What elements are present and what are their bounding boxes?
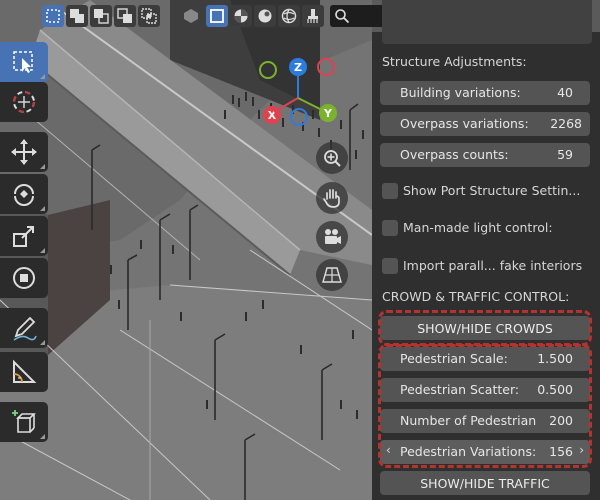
select-box-icon [13, 51, 33, 73]
select-subtract-icon [94, 9, 109, 24]
man-made-light-checkbox[interactable] [382, 220, 398, 236]
overpass-counts-value: 59 [557, 147, 573, 162]
overpass-counts-field[interactable]: Overpass counts: 59 [380, 143, 590, 167]
brush-icon [307, 9, 318, 23]
zoom-button[interactable] [316, 142, 348, 174]
overpass-counts-label: Overpass counts: [400, 147, 509, 162]
man-made-light-label: Man-made light control: [403, 220, 553, 235]
show-port-structure-checkbox[interactable] [382, 183, 398, 199]
lookdev-shading-button[interactable] [254, 5, 276, 27]
rotate-icon [14, 184, 34, 206]
measure-icon [13, 359, 37, 383]
search-icon [335, 9, 350, 24]
solid-shading-icon [210, 9, 224, 23]
tool-add-cube[interactable] [0, 402, 48, 442]
tool-annotate[interactable] [0, 308, 48, 348]
lookdev-shading-icon [258, 9, 272, 23]
show-hide-traffic-button[interactable]: SHOW/HIDE TRAFFIC [380, 471, 590, 495]
shading-mode-icon [184, 9, 198, 23]
tool-select-box[interactable] [0, 42, 48, 82]
camera-view-button[interactable] [316, 221, 348, 253]
select-mode-subtract-button[interactable] [90, 5, 112, 27]
transform-icon [13, 267, 35, 289]
select-invert-icon [117, 8, 132, 23]
rendered-shading-icon [281, 8, 297, 24]
tool-options-corner [40, 248, 45, 253]
tool-options-corner [40, 164, 45, 169]
pedestrian-scale-label: Pedestrian Scale: [400, 351, 508, 366]
building-variations-value: 40 [557, 85, 573, 100]
tool-options-corner [40, 340, 45, 345]
tool-scale[interactable] [0, 216, 48, 256]
import-fake-interiors-checkbox[interactable] [382, 258, 398, 274]
tool-options-corner [40, 74, 45, 79]
pedestrian-scale-field[interactable]: Pedestrian Scale: 1.500 [380, 347, 590, 371]
perspective-toggle-button[interactable] [316, 259, 348, 291]
gizmo-axis-lines [273, 76, 323, 113]
tool-cursor[interactable] [0, 82, 48, 122]
wireframe-toggle-button[interactable] [180, 5, 202, 27]
shading-popover-button[interactable] [302, 5, 324, 27]
pedestrian-scale-value: 1.500 [537, 351, 573, 366]
add-cube-icon [12, 410, 36, 433]
show-hide-crowds-button[interactable]: SHOW/HIDE CROWDS [380, 316, 590, 340]
tool-move[interactable] [0, 132, 48, 172]
tool-options-corner [40, 206, 45, 211]
scale-icon [13, 226, 34, 247]
number-pedestrian-label: Number of Pedestrian [400, 413, 537, 428]
tool-rotate[interactable] [0, 174, 48, 214]
camera-icon [325, 229, 341, 244]
panel-top-field[interactable] [382, 0, 592, 44]
import-fake-interiors-label: Import parall... fake interiors [403, 258, 583, 273]
select-extend-icon [70, 9, 84, 23]
show-port-structure-label: Show Port Structure Settin... [403, 183, 581, 198]
rendered-shading-button[interactable] [278, 5, 300, 27]
pedestrian-variations-field[interactable]: ‹ Pedestrian Variations: 156 › [380, 440, 590, 464]
select-mode-intersect-button[interactable] [138, 5, 160, 27]
tool-measure[interactable] [0, 352, 48, 392]
select-box-new-icon [46, 9, 60, 23]
select-mode-invert-button[interactable] [114, 5, 136, 27]
select-mode-extend-button[interactable] [66, 5, 88, 27]
overpass-variations-value: 2268 [550, 116, 582, 131]
increment-arrow[interactable]: › [579, 443, 584, 457]
material-shading-icon [234, 9, 248, 23]
overpass-variations-label: Overpass variations: [400, 116, 529, 131]
tool-options-corner [40, 434, 45, 439]
overpass-variations-field[interactable]: Overpass variations: 2268 [380, 112, 590, 136]
pedestrian-scatter-value: 0.500 [537, 382, 573, 397]
number-pedestrian-value: 200 [549, 413, 573, 428]
building-variations-label: Building variations: [400, 85, 521, 100]
building-variations-field[interactable]: Building variations: 40 [380, 81, 590, 105]
select-mode-new-button[interactable] [42, 5, 64, 27]
hand-icon [323, 189, 340, 208]
pedestrian-variations-value: 156 [549, 444, 573, 459]
pedestrian-variations-label: Pedestrian Variations: [400, 444, 537, 459]
select-intersect-icon [141, 8, 157, 24]
tool-transform[interactable] [0, 258, 48, 298]
grid-icon [322, 267, 342, 283]
solid-shading-button[interactable] [206, 5, 228, 27]
number-pedestrian-field[interactable]: Number of Pedestrian 200 [380, 409, 590, 433]
pencil-icon [13, 316, 37, 341]
pedestrian-scatter-field[interactable]: Pedestrian Scatter: 0.500 [380, 378, 590, 402]
cursor-icon [13, 91, 35, 113]
material-shading-button[interactable] [230, 5, 252, 27]
zoom-icon [324, 150, 341, 167]
pedestrian-scatter-label: Pedestrian Scatter: [400, 382, 520, 397]
3d-viewport[interactable]: Z X Y [0, 0, 372, 500]
move-icon [11, 139, 37, 165]
decrement-arrow[interactable]: ‹ [386, 443, 391, 457]
pan-button[interactable] [316, 182, 348, 214]
structure-adjustments-title: Structure Adjustments: [382, 54, 527, 69]
crowd-traffic-title: CROWD & TRAFFIC CONTROL: [382, 289, 570, 304]
